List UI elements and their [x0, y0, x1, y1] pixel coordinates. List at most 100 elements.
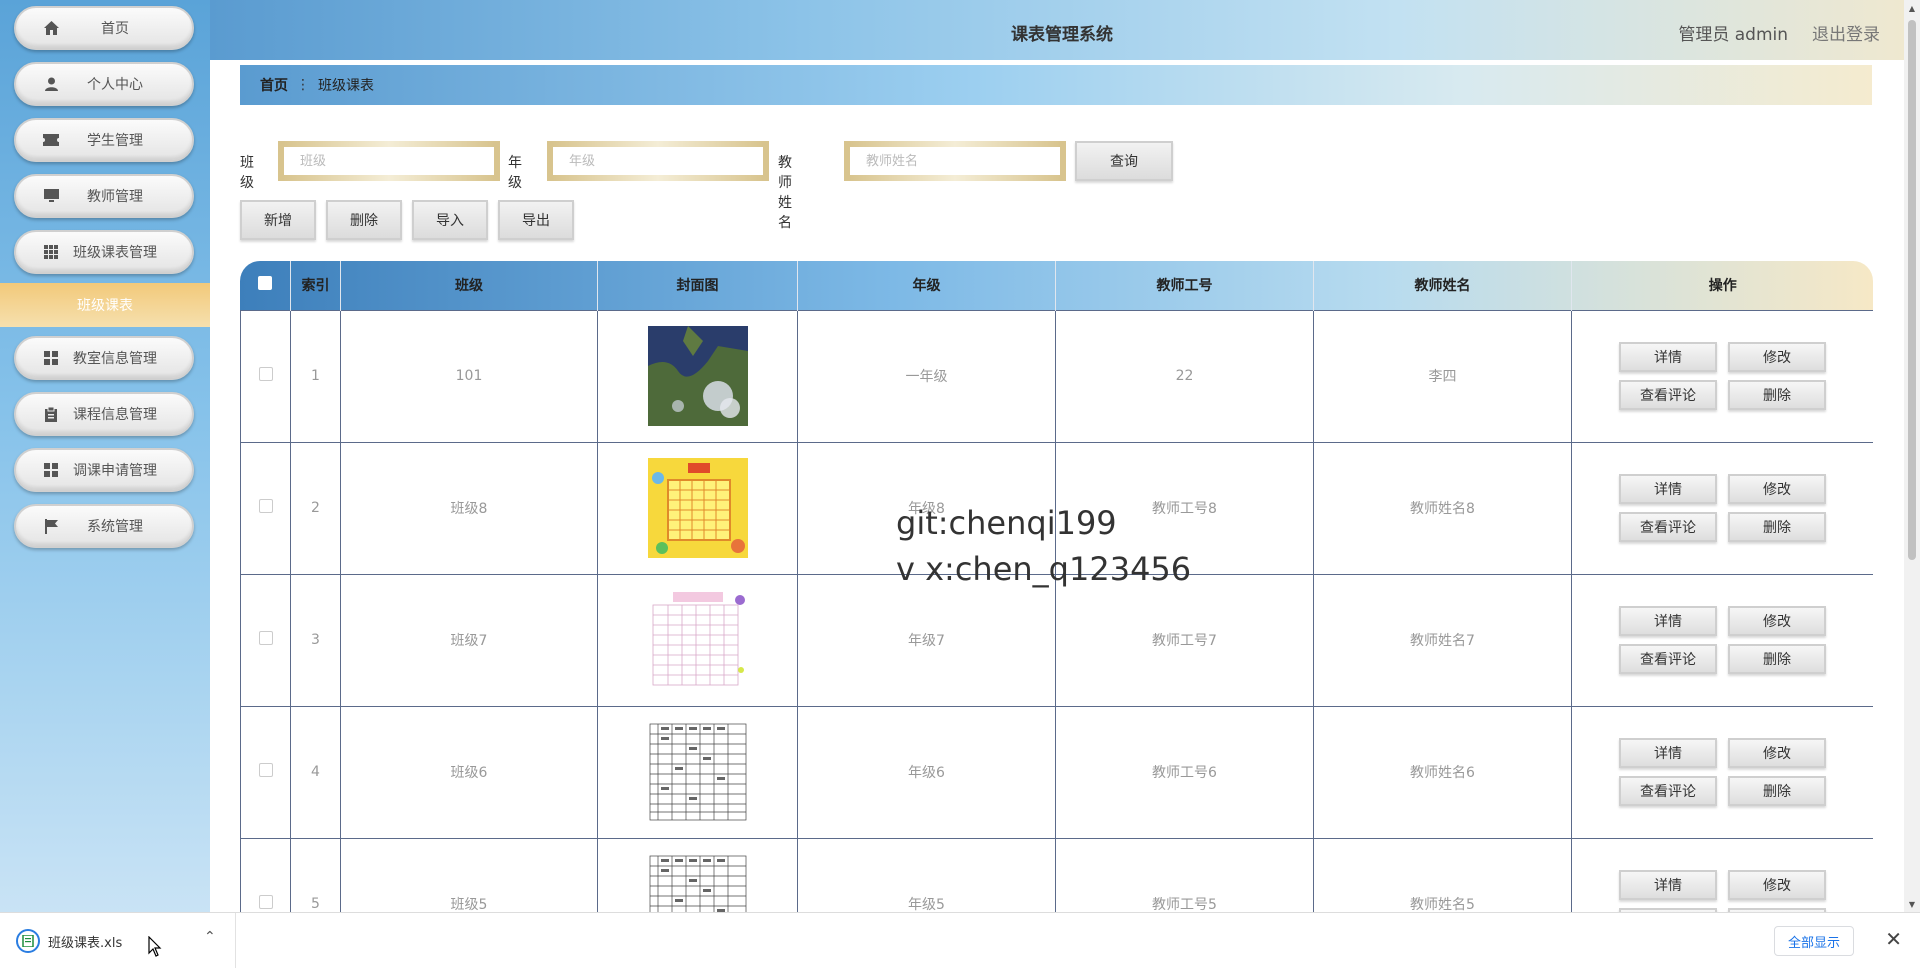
close-icon[interactable]: ✕: [1885, 927, 1902, 951]
cell-actions: 详情修改查看评论删除: [1571, 705, 1873, 839]
detail-button[interactable]: 详情: [1619, 606, 1717, 636]
cell-index: 5: [290, 837, 341, 912]
class-search-input[interactable]: [278, 141, 500, 181]
sidebar-item-system[interactable]: 系统管理: [14, 504, 194, 548]
scroll-thumb[interactable]: [1908, 20, 1916, 560]
sidebar-item-students[interactable]: 学生管理: [14, 118, 194, 162]
cell-actions: 详情修改查看评论删除: [1571, 573, 1873, 707]
detail-button[interactable]: 详情: [1619, 342, 1717, 372]
grade-label: 年级: [508, 155, 522, 191]
page-scrollbar[interactable]: ▲ ▼: [1904, 0, 1920, 912]
grid-icon: [43, 462, 59, 478]
table-row: 3 班级7 年级7 教师工号7 教师姓名7 详情 修改 查看评论 删除: [240, 573, 1873, 707]
detail-button[interactable]: 详情: [1619, 474, 1717, 504]
sidebar-item-courses[interactable]: 课程信息管理: [14, 392, 194, 436]
watermark-text: git:chenqi199 v x:chen_q123456: [896, 500, 1191, 592]
cell-grade: 年级6: [797, 705, 1056, 839]
edit-button[interactable]: 修改: [1728, 342, 1826, 372]
cell-teacher-name: 教师姓名8: [1313, 441, 1572, 575]
edit-button[interactable]: 修改: [1728, 474, 1826, 504]
mouse-cursor-icon: [148, 936, 162, 957]
edit-button[interactable]: 修改: [1728, 606, 1826, 636]
view-comments-button[interactable]: 查看评论: [1619, 380, 1717, 410]
select-all-cell: [240, 261, 291, 310]
cell-index: 3: [290, 573, 341, 707]
cover-image: [647, 458, 748, 558]
cell-index: 4: [290, 705, 341, 839]
logout-link[interactable]: 退出登录: [1812, 20, 1880, 45]
view-comments-button[interactable]: 查看评论: [1619, 644, 1717, 674]
table-header-row: 索引 班级 封面图 年级 教师工号 教师姓名 操作: [240, 261, 1874, 310]
cell-index: 2: [290, 441, 341, 575]
ticket-icon: [43, 132, 59, 148]
scroll-up-icon[interactable]: ▲: [1904, 0, 1920, 16]
sidebar-item-home[interactable]: 首页: [14, 6, 194, 50]
cover-image: [647, 854, 748, 912]
download-filename: 班级课表.xls: [48, 936, 123, 951]
import-button[interactable]: 导入: [412, 200, 488, 240]
chevron-up-icon[interactable]: ⌃: [204, 929, 216, 945]
detail-button[interactable]: 详情: [1619, 738, 1717, 768]
monitor-icon: [43, 188, 59, 204]
scroll-down-icon[interactable]: ▼: [1904, 896, 1920, 912]
row-checkbox[interactable]: [258, 763, 273, 777]
row-checkbox[interactable]: [258, 895, 273, 909]
view-comments-button[interactable]: 查看评论: [1619, 512, 1717, 542]
cell-class: 班级6: [340, 705, 598, 839]
view-comments-button[interactable]: 查看评论: [1619, 776, 1717, 806]
cell-teacher-name: 李四: [1313, 309, 1572, 443]
sidebar-item-teachers[interactable]: 教师管理: [14, 174, 194, 218]
cell-grade: 一年级: [797, 309, 1056, 443]
select-all-checkbox[interactable]: [258, 276, 273, 291]
home-icon: [43, 20, 59, 36]
row-delete-button[interactable]: 删除: [1728, 512, 1826, 542]
row-checkbox[interactable]: [258, 367, 273, 381]
sidebar-item-class-schedule[interactable]: 班级课表: [0, 283, 210, 327]
sidebar-item-profile[interactable]: 个人中心: [14, 62, 194, 106]
table-row: 1 101 一年级 22 李四 详情 修改 查看评论 删除: [240, 309, 1873, 443]
breadcrumb-current: 班级课表: [318, 78, 374, 94]
row-delete-button[interactable]: 删除: [1728, 644, 1826, 674]
breadcrumb-home[interactable]: 首页: [260, 75, 288, 95]
cell-teacher-name: 教师姓名6: [1313, 705, 1572, 839]
grid-icon: [43, 244, 59, 260]
cell-teacher-id: 教师工号7: [1055, 573, 1314, 707]
grade-search-input[interactable]: [547, 141, 769, 181]
edit-button[interactable]: 修改: [1728, 738, 1826, 768]
delete-button[interactable]: 删除: [326, 200, 402, 240]
grid-icon: [43, 350, 59, 366]
row-select-cell: [240, 309, 291, 443]
download-item[interactable]: 班级课表.xls ⌃: [0, 913, 236, 968]
cover-image: [647, 722, 748, 822]
cell-teacher-id: 教师工号5: [1055, 837, 1314, 912]
cell-actions: 详情修改查看评论删除: [1571, 837, 1873, 912]
row-delete-button[interactable]: 删除: [1728, 776, 1826, 806]
row-checkbox[interactable]: [258, 631, 273, 645]
add-button[interactable]: 新增: [240, 200, 316, 240]
cell-index: 1: [290, 309, 341, 443]
export-button[interactable]: 导出: [498, 200, 574, 240]
sidebar-item-reschedule[interactable]: 调课申请管理: [14, 448, 194, 492]
cell-actions: 详情修改查看评论删除: [1571, 441, 1873, 575]
app-title: 课表管理系统: [1011, 25, 1113, 45]
teacher-name-search-input[interactable]: [844, 141, 1066, 181]
download-bar: 班级课表.xls ⌃ 全部显示 ✕: [0, 912, 1920, 968]
cell-class: 101: [340, 309, 598, 443]
user-icon: [43, 76, 59, 92]
show-all-downloads-button[interactable]: 全部显示: [1774, 926, 1854, 956]
current-user: 管理员 admin: [1678, 25, 1788, 45]
query-button[interactable]: 查询: [1075, 141, 1173, 181]
cover-image: [647, 326, 748, 426]
edit-button[interactable]: 修改: [1728, 870, 1826, 900]
row-checkbox[interactable]: [258, 499, 273, 513]
top-header: 课表管理系统 管理员 admin 退出登录: [210, 0, 1904, 60]
cell-cover-image: [597, 573, 798, 707]
cell-actions: 详情修改查看评论删除: [1571, 309, 1873, 443]
detail-button[interactable]: 详情: [1619, 870, 1717, 900]
cell-class: 班级8: [340, 441, 598, 575]
cell-teacher-name: 教师姓名7: [1313, 573, 1572, 707]
sidebar-item-classrooms[interactable]: 教室信息管理: [14, 336, 194, 380]
column-header: 教师姓名: [1313, 261, 1572, 310]
sidebar-item-class-schedule-mgmt[interactable]: 班级课表管理: [14, 230, 194, 274]
row-delete-button[interactable]: 删除: [1728, 380, 1826, 410]
